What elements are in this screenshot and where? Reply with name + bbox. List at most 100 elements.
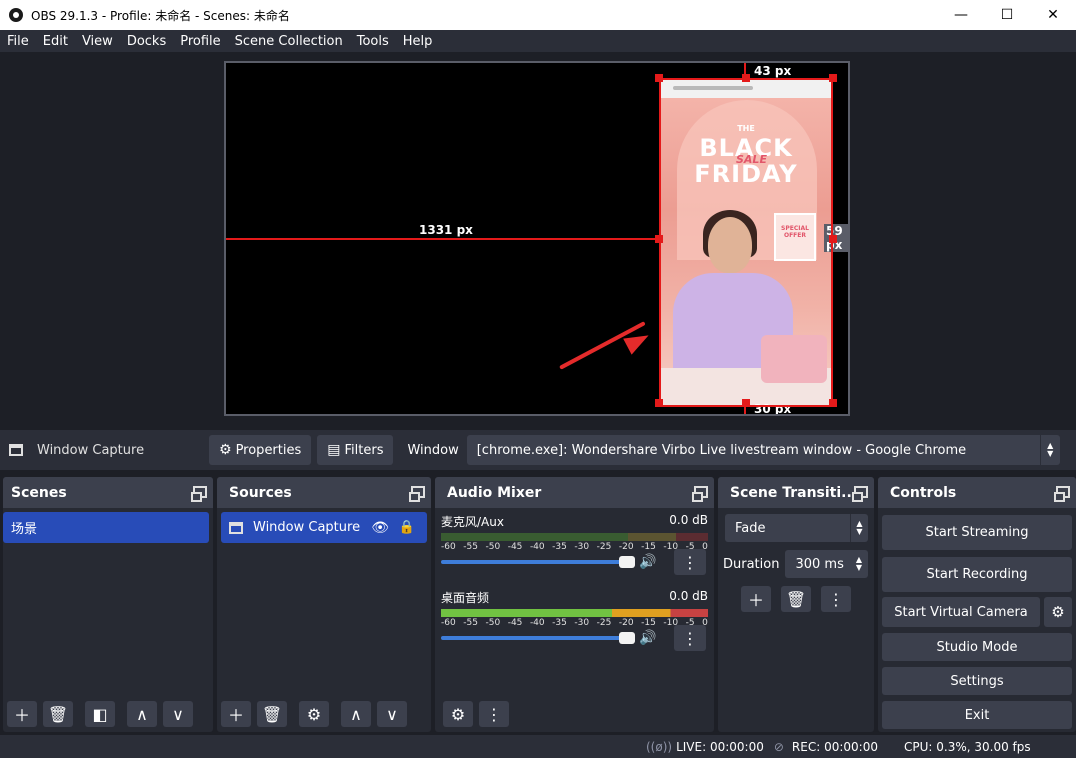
- add-source-button[interactable]: ＋: [221, 701, 251, 727]
- sources-header: Sources: [217, 477, 431, 508]
- menu-docks[interactable]: Docks: [120, 34, 173, 49]
- volume-slider[interactable]: [441, 632, 635, 644]
- source-toolbar: Window Capture ⚙ Properties ▤ Filters Wi…: [0, 430, 1076, 470]
- menu-file[interactable]: File: [0, 34, 36, 49]
- window-controls: — ☐ ✕: [938, 0, 1076, 30]
- volume-slider-knob[interactable]: [619, 556, 635, 568]
- window-title: OBS 29.1.3 - Profile: 未命名 - Scenes: 未命名: [31, 8, 290, 23]
- preview-canvas[interactable]: THE BLACK SALE FRIDAY SPECIAL OFFER 1331…: [224, 61, 850, 416]
- channel-level: 0.0 dB: [669, 589, 708, 603]
- menu-scene-collection[interactable]: Scene Collection: [228, 34, 350, 49]
- volume-meter: [441, 533, 708, 541]
- status-bar: ((ø)) LIVE: 00:00:00 ⊘ REC: 00:00:00 CPU…: [0, 735, 1076, 758]
- add-scene-button[interactable]: ＋: [7, 701, 37, 727]
- settings-button[interactable]: Settings: [882, 667, 1072, 695]
- undock-icon[interactable]: [852, 486, 868, 502]
- scene-transitions-title: Scene Transiti...: [730, 484, 858, 501]
- source-item[interactable]: Window Capture 👁 🔒: [221, 512, 427, 543]
- selected-source-label: Window Capture: [37, 442, 145, 458]
- remove-scene-button[interactable]: 🗑: [43, 701, 73, 727]
- transition-select[interactable]: Fade ▲ ▼: [725, 514, 868, 542]
- speaker-icon[interactable]: 🔊: [639, 554, 656, 570]
- move-scene-down-button[interactable]: ∨: [163, 701, 193, 727]
- channel-menu-button[interactable]: ⋮: [674, 625, 706, 651]
- menu-view[interactable]: View: [75, 34, 120, 49]
- source-item-label: Window Capture: [253, 520, 361, 535]
- scenes-dock: Scenes 场景 ＋ 🗑 ◧ ∧ ∨: [3, 477, 213, 732]
- resize-handle-bottom[interactable]: [742, 399, 750, 407]
- menu-tools[interactable]: Tools: [350, 34, 396, 49]
- filters-button[interactable]: ▤ Filters: [317, 435, 394, 465]
- source-selection-box[interactable]: [659, 78, 833, 407]
- resize-handle-right[interactable]: [829, 235, 837, 243]
- live-signal-icon: ((ø)): [646, 739, 673, 754]
- audio-channel-mic: 麦克风/Aux 0.0 dB -60 -55 -50 -45 -40 -35 -30 -25-…: [435, 508, 714, 578]
- lock-icon[interactable]: 🔒: [399, 520, 415, 535]
- scene-filters-button[interactable]: ◧: [85, 701, 115, 727]
- move-source-up-button[interactable]: ∧: [341, 701, 371, 727]
- duration-spinbox[interactable]: 300 ms ▲ ▼: [785, 550, 868, 578]
- sources-footer: ＋ 🗑 ⚙ ∧ ∨: [217, 700, 431, 728]
- sources-dock: Sources Window Capture 👁 🔒 ＋ 🗑 ⚙ ∧ ∨: [217, 477, 431, 732]
- resize-handle-top-left[interactable]: [655, 74, 663, 82]
- select-arrows-icon: ▲ ▼: [850, 514, 868, 542]
- resize-handle-bottom-left[interactable]: [655, 399, 663, 407]
- exit-button[interactable]: Exit: [882, 701, 1072, 729]
- resize-handle-top[interactable]: [742, 74, 750, 82]
- live-time: LIVE: 00:00:00: [676, 739, 764, 754]
- select-arrows-icon: ▲ ▼: [1039, 435, 1060, 465]
- undock-icon[interactable]: [409, 486, 425, 502]
- scene-item[interactable]: 场景: [3, 512, 209, 543]
- eye-icon[interactable]: 👁: [371, 520, 389, 536]
- duration-value: 300 ms: [795, 556, 844, 572]
- start-virtual-camera-button[interactable]: Start Virtual Camera: [882, 597, 1040, 627]
- source-properties-button[interactable]: ⚙: [299, 701, 329, 727]
- undock-icon[interactable]: [191, 486, 207, 502]
- scenes-footer: ＋ 🗑 ◧ ∧ ∨: [3, 700, 213, 728]
- spin-arrows-icon: ▲ ▼: [855, 555, 863, 572]
- start-recording-button[interactable]: Start Recording: [882, 557, 1072, 592]
- window-capture-icon: [229, 521, 243, 534]
- filter-icon: ▤: [327, 442, 341, 458]
- transition-menu-button[interactable]: ⋮: [821, 586, 851, 612]
- meter-scale: -60 -55 -50 -45 -40 -35 -30 -25 -20 -15 -10 -5 0: [441, 618, 708, 628]
- duration-label: Duration: [723, 556, 780, 572]
- window-field-label: Window: [407, 442, 459, 458]
- menu-edit[interactable]: Edit: [36, 34, 75, 49]
- window-capture-icon: [9, 444, 23, 456]
- advanced-audio-settings-button[interactable]: ⚙: [443, 701, 473, 727]
- move-scene-up-button[interactable]: ∧: [127, 701, 157, 727]
- meter-scale: -60 -55 -50 -45 -40 -35 -30 -25 -20 -15 -10 -5 0: [441, 542, 708, 552]
- undock-icon[interactable]: [692, 486, 708, 502]
- remove-transition-button[interactable]: 🗑: [781, 586, 811, 612]
- remove-source-button[interactable]: 🗑: [257, 701, 287, 727]
- undock-icon[interactable]: [1054, 486, 1070, 502]
- menu-profile[interactable]: Profile: [173, 34, 227, 49]
- maximize-button[interactable]: ☐: [984, 0, 1030, 30]
- resize-handle-top-right[interactable]: [829, 74, 837, 82]
- volume-slider-knob[interactable]: [619, 632, 635, 644]
- channel-menu-button[interactable]: ⋮: [674, 549, 706, 575]
- mixer-menu-button[interactable]: ⋮: [479, 701, 509, 727]
- virtual-camera-settings-button[interactable]: ⚙: [1044, 597, 1072, 627]
- speaker-icon[interactable]: 🔊: [639, 630, 656, 646]
- audio-mixer-footer: ⚙ ⋮: [435, 700, 714, 728]
- resize-handle-bottom-right[interactable]: [829, 399, 837, 407]
- close-button[interactable]: ✕: [1030, 0, 1076, 30]
- studio-mode-button[interactable]: Studio Mode: [882, 633, 1072, 661]
- volume-slider[interactable]: [441, 556, 635, 568]
- volume-meter: [441, 609, 708, 617]
- menu-bar: File Edit View Docks Profile Scene Colle…: [0, 30, 1076, 52]
- scene-transitions-dock: Scene Transiti... Fade ▲ ▼ Duration 300 m…: [718, 477, 874, 732]
- window-select[interactable]: [chrome.exe]: Wondershare Virbo Live liv…: [466, 435, 1060, 465]
- preview-area: THE BLACK SALE FRIDAY SPECIAL OFFER 1331…: [0, 52, 1076, 425]
- resize-handle-left[interactable]: [655, 235, 663, 243]
- menu-help[interactable]: Help: [396, 34, 440, 49]
- start-streaming-button[interactable]: Start Streaming: [882, 515, 1072, 550]
- move-source-down-button[interactable]: ∨: [377, 701, 407, 727]
- scenes-title: Scenes: [11, 484, 67, 501]
- properties-button[interactable]: ⚙ Properties: [209, 435, 312, 465]
- minimize-button[interactable]: —: [938, 0, 984, 30]
- top-distance-label: 43 px: [754, 64, 792, 78]
- add-transition-button[interactable]: ＋: [741, 586, 771, 612]
